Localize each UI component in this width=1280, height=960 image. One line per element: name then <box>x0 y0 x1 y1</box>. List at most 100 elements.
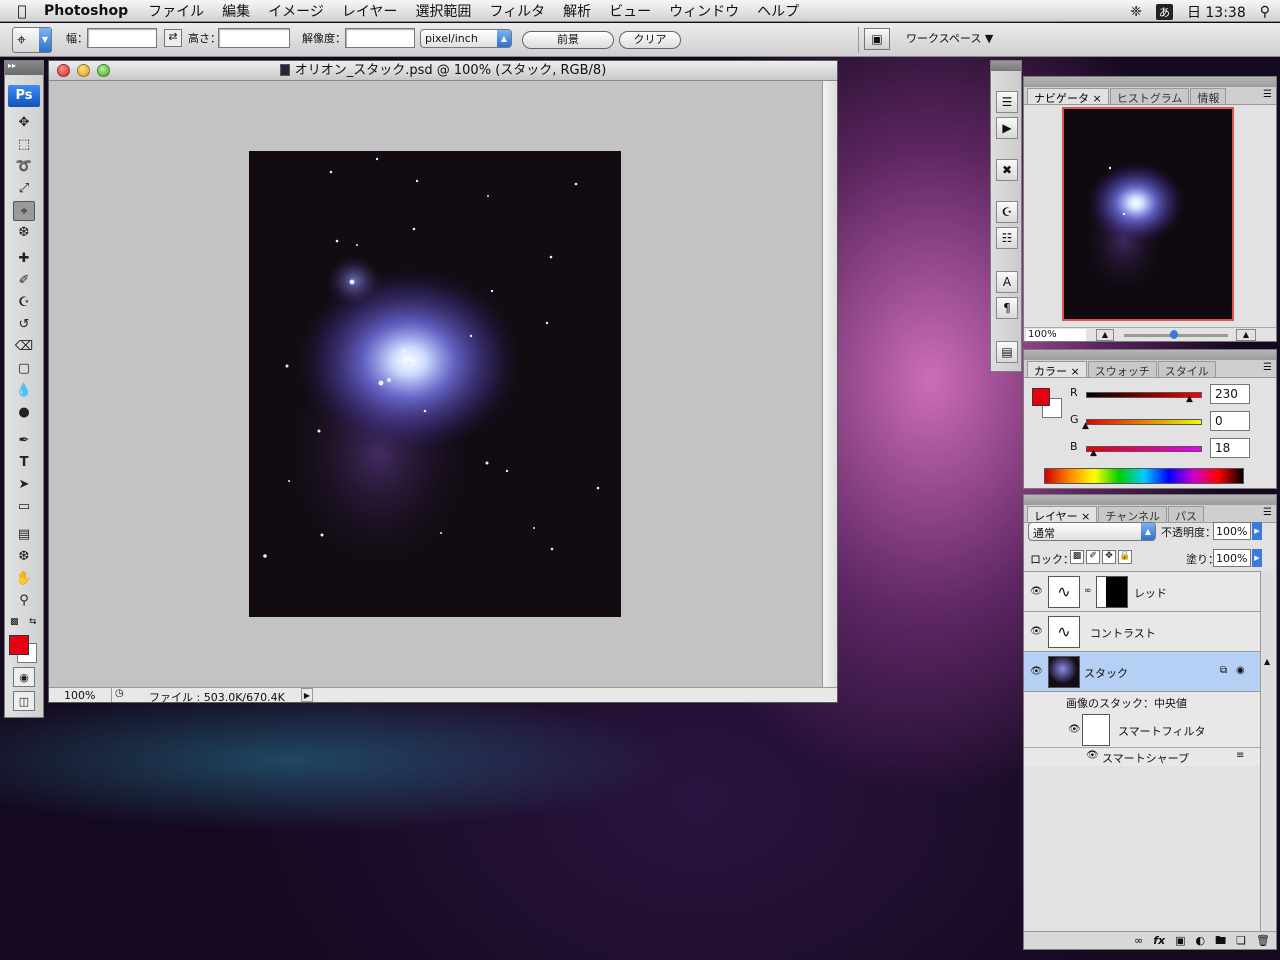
menu-file[interactable]: ファイル <box>148 1 204 21</box>
workspace-menu[interactable]: ワークスペース ▼ <box>906 30 993 46</box>
swap-colors-icon[interactable]: ⇆ <box>29 617 37 627</box>
add-mask-icon[interactable]: ▣ <box>1175 932 1185 949</box>
blur-icon[interactable]: 💧 <box>13 381 35 401</box>
close-button[interactable] <box>57 64 70 77</box>
resolution-field[interactable] <box>345 28 415 48</box>
foreground-color-swatch[interactable] <box>9 635 29 655</box>
panel-menu-icon[interactable]: ☰ <box>1263 89 1272 100</box>
status-menu-icon[interactable]: ◷ <box>115 688 124 699</box>
height-field[interactable] <box>218 28 290 48</box>
menu-window[interactable]: ウィンドウ <box>669 1 739 21</box>
panel-menu-icon[interactable]: ☰ <box>1263 507 1272 518</box>
r-value-field[interactable]: 230 <box>1210 384 1250 404</box>
vertical-scrollbar[interactable] <box>822 81 837 689</box>
chevron-right-icon[interactable]: ▶ <box>1252 549 1262 567</box>
slider-thumb-icon[interactable]: ▲ <box>1186 394 1193 404</box>
color-fg-swatch[interactable] <box>1032 388 1050 406</box>
shape-icon[interactable]: ▭ <box>13 497 35 517</box>
r-slider[interactable] <box>1086 392 1202 398</box>
slider-thumb-icon[interactable]: ▲ <box>1082 421 1089 431</box>
smart-filter-row[interactable]: 👁 スマートフィルタ <box>1024 712 1260 748</box>
visibility-eye-icon[interactable]: 👁 <box>1086 750 1099 761</box>
tab-channels[interactable]: チャンネル <box>1098 506 1168 523</box>
zoom-button[interactable] <box>97 64 110 77</box>
layers-scrollbar[interactable]: ▲ <box>1260 571 1274 931</box>
healing-brush-icon[interactable]: ✚ <box>13 249 35 269</box>
clear-button[interactable]: クリア <box>619 31 681 49</box>
trash-icon[interactable]: 🗑 <box>1256 932 1270 949</box>
lasso-icon[interactable]: ➰ <box>13 157 35 177</box>
screen-mode-icon[interactable]: ◫ <box>13 691 35 711</box>
fill-field[interactable]: 100% <box>1213 549 1251 567</box>
document-titlebar[interactable]: オリオン_スタック.psd @ 100% (スタック, RGB/8) <box>49 61 837 81</box>
character-panel-icon[interactable]: A <box>996 271 1018 293</box>
tab-swatches[interactable]: スウォッチ <box>1087 361 1157 378</box>
zoom-level[interactable]: 100% <box>64 689 95 702</box>
dodge-icon[interactable]: ● <box>13 403 35 423</box>
crop-icon[interactable]: ⌖ <box>13 201 35 221</box>
filter-mask-thumbnail[interactable] <box>1082 714 1110 746</box>
visibility-eye-icon[interactable]: 👁 <box>1030 626 1043 637</box>
layer-row-contrast[interactable]: 👁 ∿ コントラスト <box>1024 612 1260 652</box>
paragraph-panel-icon[interactable]: ¶ <box>996 297 1018 319</box>
adjustment-layer-icon[interactable]: ◐ <box>1196 932 1206 949</box>
input-method-icon[interactable]: あ <box>1155 4 1173 20</box>
photoshop-logo[interactable]: Ps <box>8 85 40 107</box>
panel-menu-icon[interactable]: ☰ <box>1263 362 1272 373</box>
visibility-eye-icon[interactable]: 👁 <box>1030 586 1043 597</box>
blend-mode-select[interactable]: 通常 ▲ <box>1028 522 1156 541</box>
eraser-icon[interactable]: ⌫ <box>13 337 35 357</box>
app-menu[interactable]: Photoshop <box>44 3 128 19</box>
zoom-icon[interactable]: ⚲ <box>13 591 35 611</box>
navigator-zoom-field[interactable]: 100% <box>1026 329 1086 341</box>
bridge-icon[interactable]: ▣ <box>864 28 890 50</box>
new-group-icon[interactable]: 🖿 <box>1215 932 1226 949</box>
lock-pixels-icon[interactable]: ✐ <box>1086 550 1100 564</box>
zoom-slider-thumb[interactable] <box>1170 330 1178 339</box>
color-ramp[interactable] <box>1044 468 1244 484</box>
new-layer-icon[interactable]: ❏ <box>1236 932 1246 949</box>
menu-layer[interactable]: レイヤー <box>342 1 398 21</box>
clone-stamp-icon[interactable]: ☪ <box>13 293 35 313</box>
width-field[interactable] <box>87 28 157 48</box>
zoom-in-icon[interactable]: ▲ <box>1236 329 1256 341</box>
notes-icon[interactable]: ▤ <box>13 525 35 545</box>
apple-menu-icon[interactable]:  <box>0 2 44 20</box>
tab-color[interactable]: カラー × <box>1027 361 1087 378</box>
swap-dimensions-icon[interactable]: ⇄ <box>164 29 182 47</box>
lock-all-icon[interactable]: 🔒 <box>1118 550 1132 564</box>
tab-info[interactable]: 情報 <box>1190 88 1227 105</box>
spotlight-icon[interactable]: ⚲ <box>1260 4 1270 20</box>
toolbox-header[interactable]: ▸▸ <box>5 61 43 75</box>
marquee-icon[interactable]: ⬚ <box>13 135 35 155</box>
magic-wand-icon[interactable]: ⤢ <box>13 179 35 199</box>
b-value-field[interactable]: 18 <box>1210 438 1250 458</box>
menu-select[interactable]: 選択範囲 <box>415 1 471 21</box>
clone-source-icon[interactable]: ☪ <box>996 201 1018 223</box>
history-brush-icon[interactable]: ↺ <box>13 315 35 335</box>
tab-styles[interactable]: スタイル <box>1157 361 1216 378</box>
hand-icon[interactable]: ✋ <box>13 569 35 589</box>
menu-analysis[interactable]: 解析 <box>563 1 591 21</box>
quick-mask-icon[interactable]: ◉ <box>13 667 35 687</box>
tab-layers[interactable]: レイヤー × <box>1027 506 1098 523</box>
front-image-button[interactable]: 前景 <box>522 31 614 49</box>
g-value-field[interactable]: 0 <box>1210 411 1250 431</box>
layer-row-stack[interactable]: 👁 スタック ⧉ ◉ <box>1024 652 1260 692</box>
slider-thumb-icon[interactable]: ▲ <box>1090 448 1097 458</box>
menu-view[interactable]: ビュー <box>609 1 651 21</box>
clock[interactable]: 日 13:38 <box>1187 2 1246 22</box>
eyedropper2-icon[interactable]: ❆ <box>13 547 35 567</box>
brush-icon[interactable]: ✐ <box>13 271 35 291</box>
menu-image[interactable]: イメージ <box>268 1 324 21</box>
brushes-panel-icon[interactable]: ☰ <box>996 91 1018 113</box>
b-slider[interactable] <box>1086 446 1202 452</box>
pen-icon[interactable]: ✒ <box>13 431 35 451</box>
move-icon[interactable]: ✥ <box>13 113 35 133</box>
history-panel-icon[interactable]: ▤ <box>996 341 1018 363</box>
status-arrow-icon[interactable]: ▶ <box>301 688 313 702</box>
layer-comps-icon[interactable]: ☷ <box>996 227 1018 249</box>
gradient-icon[interactable]: ▢ <box>13 359 35 379</box>
default-colors-icon[interactable]: ▩ <box>10 617 19 627</box>
tab-navigator[interactable]: ナビゲータ × <box>1027 88 1109 105</box>
